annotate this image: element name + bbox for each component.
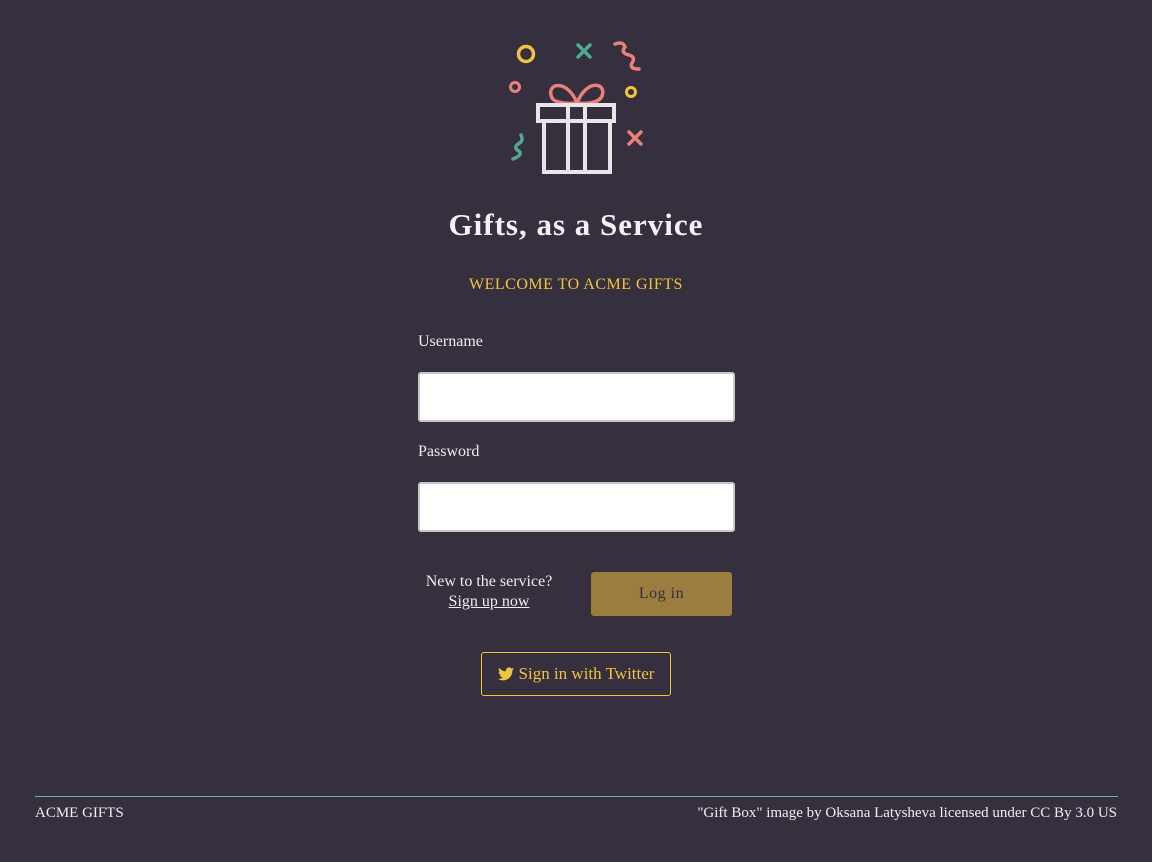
login-button[interactable]: Log in: [591, 572, 732, 616]
confetti-ring-yellow: [516, 44, 536, 64]
confetti-squiggle-green: [511, 133, 524, 161]
password-input[interactable]: [418, 482, 735, 532]
password-label: Password: [418, 443, 480, 460]
gift-bow: [548, 83, 605, 106]
welcome-heading: WELCOME TO ACME GIFTS: [469, 276, 683, 293]
username-input[interactable]: [418, 372, 735, 422]
confetti-cross-green: [576, 43, 592, 59]
footer-credit: "Gift Box" image by Oksana Latysheva lic…: [697, 805, 1117, 821]
confetti-squiggle-pink: [613, 41, 641, 71]
gift-box-confetti-icon: [509, 41, 643, 174]
page-title: Gifts, as a Service: [448, 207, 704, 242]
gift-ribbon: [566, 105, 587, 172]
gift-box-body: [542, 119, 612, 174]
confetti-ring-pink: [509, 81, 521, 93]
twitter-signin-button[interactable]: Sign in with Twitter: [481, 652, 671, 696]
twitter-signin-label: Sign in with Twitter: [518, 664, 655, 683]
footer-divider: [35, 796, 1118, 797]
signup-prompt: New to the service? Sign up now: [418, 572, 560, 612]
signup-link[interactable]: Sign up now: [449, 592, 530, 612]
twitter-bird-icon: [497, 667, 514, 681]
username-label: Username: [418, 333, 483, 350]
login-page: Gifts, as a Service WELCOME TO ACME GIFT…: [0, 0, 1152, 862]
gift-lid: [536, 103, 616, 123]
new-to-service-text: New to the service?: [425, 573, 553, 590]
footer-brand: ACME GIFTS: [35, 805, 124, 821]
confetti-cross-pink: [627, 130, 643, 146]
confetti-ring-yellow-small: [625, 86, 637, 98]
